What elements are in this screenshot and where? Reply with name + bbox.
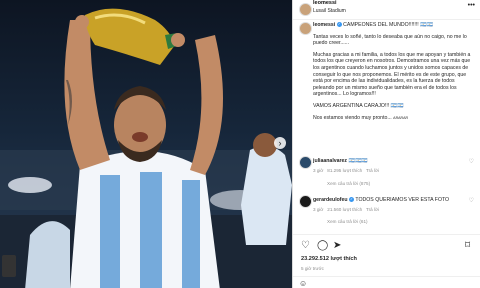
actions-divider — [293, 234, 480, 235]
posted-time: 5 giờ trước — [301, 266, 324, 271]
share-icon[interactable]: ➤ — [333, 240, 341, 251]
comment-username[interactable]: juliaanalvarez — [313, 158, 347, 164]
comment-time: 3 giờ — [313, 207, 324, 212]
comment-text: 🇦🇷🇦🇷🇦🇷 — [348, 158, 368, 164]
comment-time: 3 giờ — [313, 168, 324, 173]
caption-flags: 🇦🇷🇦🇷 — [420, 22, 434, 28]
likes-count[interactable]: 23.292.512 lượt thích — [301, 256, 357, 262]
comment-likes[interactable]: 21.560 lượt thích — [327, 207, 362, 212]
comment-input-divider — [293, 276, 480, 277]
comment-icon[interactable]: ◯ — [317, 240, 328, 251]
reply-button[interactable]: Trả lời — [366, 168, 379, 173]
comment-1: juliaanalvarez 🇦🇷🇦🇷🇦🇷 — [313, 158, 473, 165]
comment-meta-1: 3 giờ 81.295 lượt thích Trả lời — [313, 168, 379, 173]
post-caption: leomessi ✓ CAMPEONES DEL MUNDO!!!!!!! 🇦🇷… — [313, 22, 473, 121]
post-details-panel: leomessi Lusail Stadium ••• leomessi ✓ C… — [292, 0, 480, 288]
comment-2: gerardeulofeu ✓ TODOS QUERIAMOS VER ESTA… — [313, 197, 473, 204]
reply-button[interactable]: Trả lời — [366, 207, 379, 212]
comment-avatar-1[interactable] — [299, 156, 312, 169]
comment-likes[interactable]: 81.295 lượt thích — [327, 168, 362, 173]
comment-heart-icon[interactable]: ♡ — [469, 158, 474, 165]
view-replies-2[interactable]: Xem câu trả lời (61) — [327, 219, 368, 224]
post-location[interactable]: Lusail Stadium — [313, 8, 346, 14]
caption-username[interactable]: leomessi — [313, 22, 335, 28]
comment-username[interactable]: gerardeulofeu — [313, 197, 348, 203]
comment-meta-2: 3 giờ 21.560 lượt thích Trả lời — [313, 207, 379, 212]
caption-tag[interactable]: ARARAR — [393, 116, 408, 120]
post-actions: ♡ ◯ ➤ ⌑ — [301, 240, 473, 252]
next-arrow-icon[interactable]: › — [274, 137, 286, 149]
verified-badge-icon: ✓ — [336, 22, 342, 28]
caption-paragraph-3: VAMOS ARGENTINA CARAJO!!! — [313, 102, 390, 109]
emoji-icon[interactable]: ☺ — [299, 279, 307, 288]
comment-heart-icon[interactable]: ♡ — [469, 197, 474, 204]
caption-headline: CAMPEONES DEL MUNDO!!!!!!! — [343, 22, 419, 28]
caption-paragraph-1: Tantas veces lo soñé, tanto lo deseaba q… — [313, 33, 467, 47]
heart-icon[interactable]: ♡ — [301, 240, 310, 251]
post-photo[interactable]: › — [0, 0, 292, 288]
verified-badge-icon: ✓ — [349, 197, 355, 203]
messi-trophy-photo — [0, 8, 292, 288]
post-header: leomessi Lusail Stadium ••• — [293, 0, 480, 20]
avatar[interactable] — [299, 3, 312, 16]
comment-text: TODOS QUERIAMOS VER ESTA FOTO — [355, 197, 450, 203]
bookmark-icon[interactable]: ⌑ — [465, 240, 470, 251]
comment-avatar-2[interactable] — [299, 195, 312, 208]
header-divider — [293, 19, 480, 20]
view-replies-1[interactable]: Xem câu trả lời (875) — [327, 181, 370, 186]
caption-paragraph-2: Muchas gracias a mi familia, a todos los… — [313, 51, 471, 98]
caption-paragraph-4: Nos estamos viendo muy pronto... — [313, 114, 392, 121]
post-username[interactable]: leomessi — [313, 0, 337, 6]
caption-flags-2: 🇦🇷🇦🇷 — [390, 102, 404, 109]
caption-avatar[interactable] — [299, 22, 312, 35]
more-icon[interactable]: ••• — [468, 2, 475, 9]
